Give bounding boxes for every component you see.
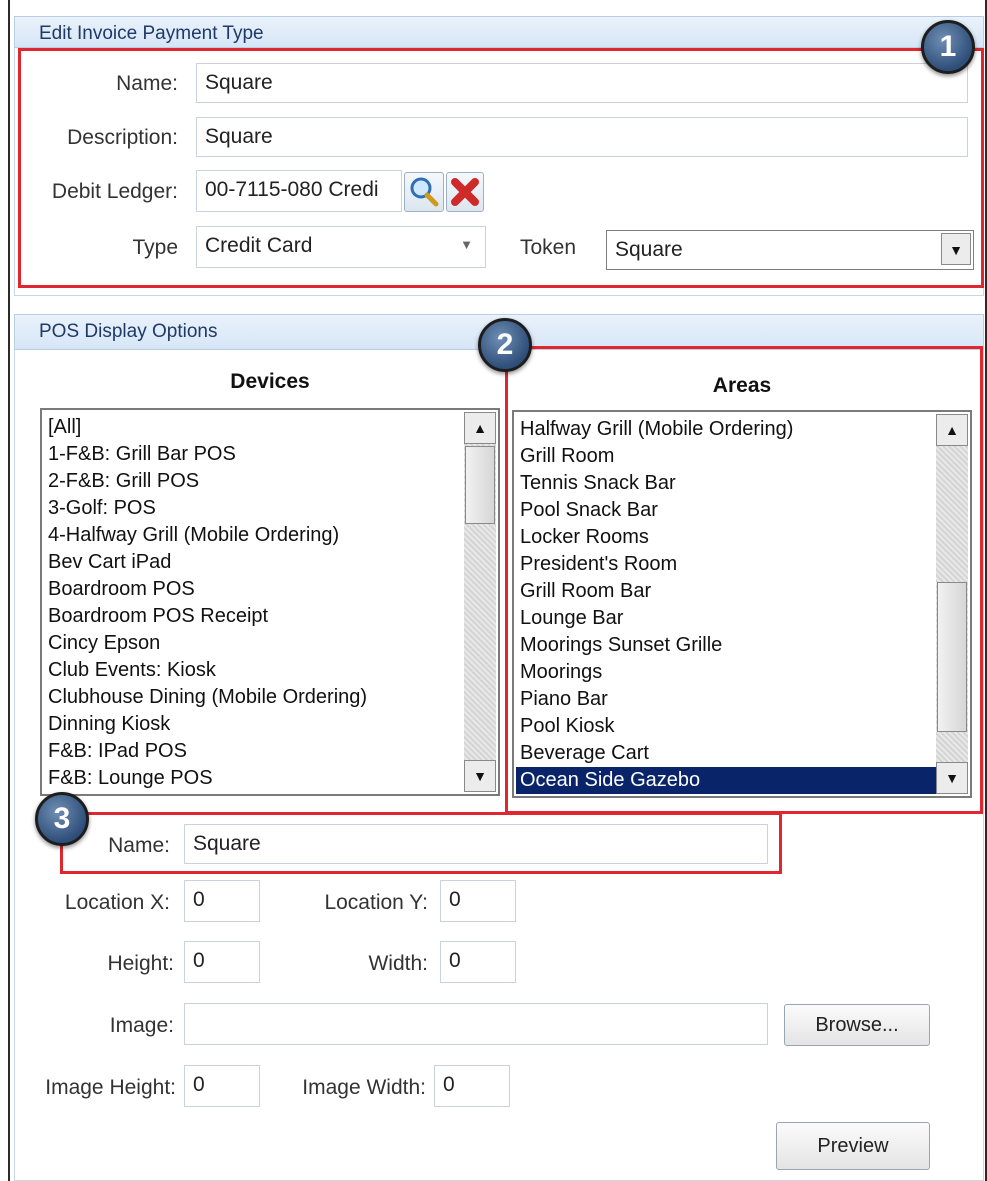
- devices-listbox[interactable]: [All] 1-F&B: Grill Bar POS 2-F&B: Grill PO…: [40, 408, 500, 796]
- device-list-item[interactable]: F&B: Lounge POS: [48, 765, 213, 792]
- callout-badge-1: 1: [921, 20, 975, 74]
- image-path-input[interactable]: [184, 1003, 768, 1045]
- browse-button[interactable]: Browse...: [784, 1004, 930, 1046]
- height-label: Height:: [107, 952, 174, 975]
- devices-scroll-thumb[interactable]: [465, 446, 495, 524]
- device-list-item[interactable]: Boardroom POS Receipt: [48, 603, 268, 630]
- window-border-left: [8, 0, 10, 1181]
- device-list-item[interactable]: Boardroom POS: [48, 576, 195, 603]
- devices-title: Devices: [230, 370, 310, 393]
- device-list-item[interactable]: Club Events: Kiosk: [48, 657, 216, 684]
- device-list-item[interactable]: Dinning Kiosk: [48, 711, 170, 738]
- device-list-item[interactable]: 1-F&B: Grill Bar POS: [48, 441, 236, 468]
- callout-badge-3: 3: [35, 792, 89, 846]
- callout-badge-2: 2: [478, 318, 532, 372]
- image-height-input[interactable]: 0: [184, 1065, 260, 1107]
- location-y-label: Location Y:: [324, 891, 428, 914]
- image-width-label: Image Width:: [302, 1076, 426, 1099]
- invoice-group-header: Edit Invoice Payment Type: [14, 16, 984, 48]
- callout-box-2: [505, 346, 983, 814]
- image-width-input[interactable]: 0: [434, 1065, 510, 1107]
- preview-button[interactable]: Preview: [776, 1122, 930, 1170]
- location-x-input[interactable]: 0: [184, 880, 260, 922]
- device-list-item[interactable]: 4-Halfway Grill (Mobile Ordering): [48, 522, 339, 549]
- device-list-item[interactable]: Cincy Epson: [48, 630, 160, 657]
- devices-scrollbar[interactable]: ▲ ▼: [464, 412, 496, 792]
- device-list-item[interactable]: 3-Golf: POS: [48, 495, 156, 522]
- image-label: Image:: [109, 1014, 174, 1037]
- location-y-input[interactable]: 0: [440, 880, 516, 922]
- device-list-item[interactable]: Clubhouse Dining (Mobile Ordering): [48, 684, 367, 711]
- height-input[interactable]: 0: [184, 941, 260, 983]
- device-list-item[interactable]: Bev Cart iPad: [48, 549, 171, 576]
- scroll-up-icon[interactable]: ▲: [464, 412, 496, 444]
- scroll-down-icon[interactable]: ▼: [464, 760, 496, 792]
- device-list-item[interactable]: 2-F&B: Grill POS: [48, 468, 199, 495]
- width-label: Width:: [368, 952, 428, 975]
- location-x-label: Location X:: [64, 891, 170, 914]
- width-input[interactable]: 0: [440, 941, 516, 983]
- callout-box-1: [18, 48, 984, 288]
- image-height-label: Image Height:: [45, 1076, 176, 1099]
- device-list-item[interactable]: [All]: [48, 414, 81, 441]
- device-list-item[interactable]: F&B: IPad POS: [48, 738, 187, 765]
- callout-box-3: [60, 812, 782, 874]
